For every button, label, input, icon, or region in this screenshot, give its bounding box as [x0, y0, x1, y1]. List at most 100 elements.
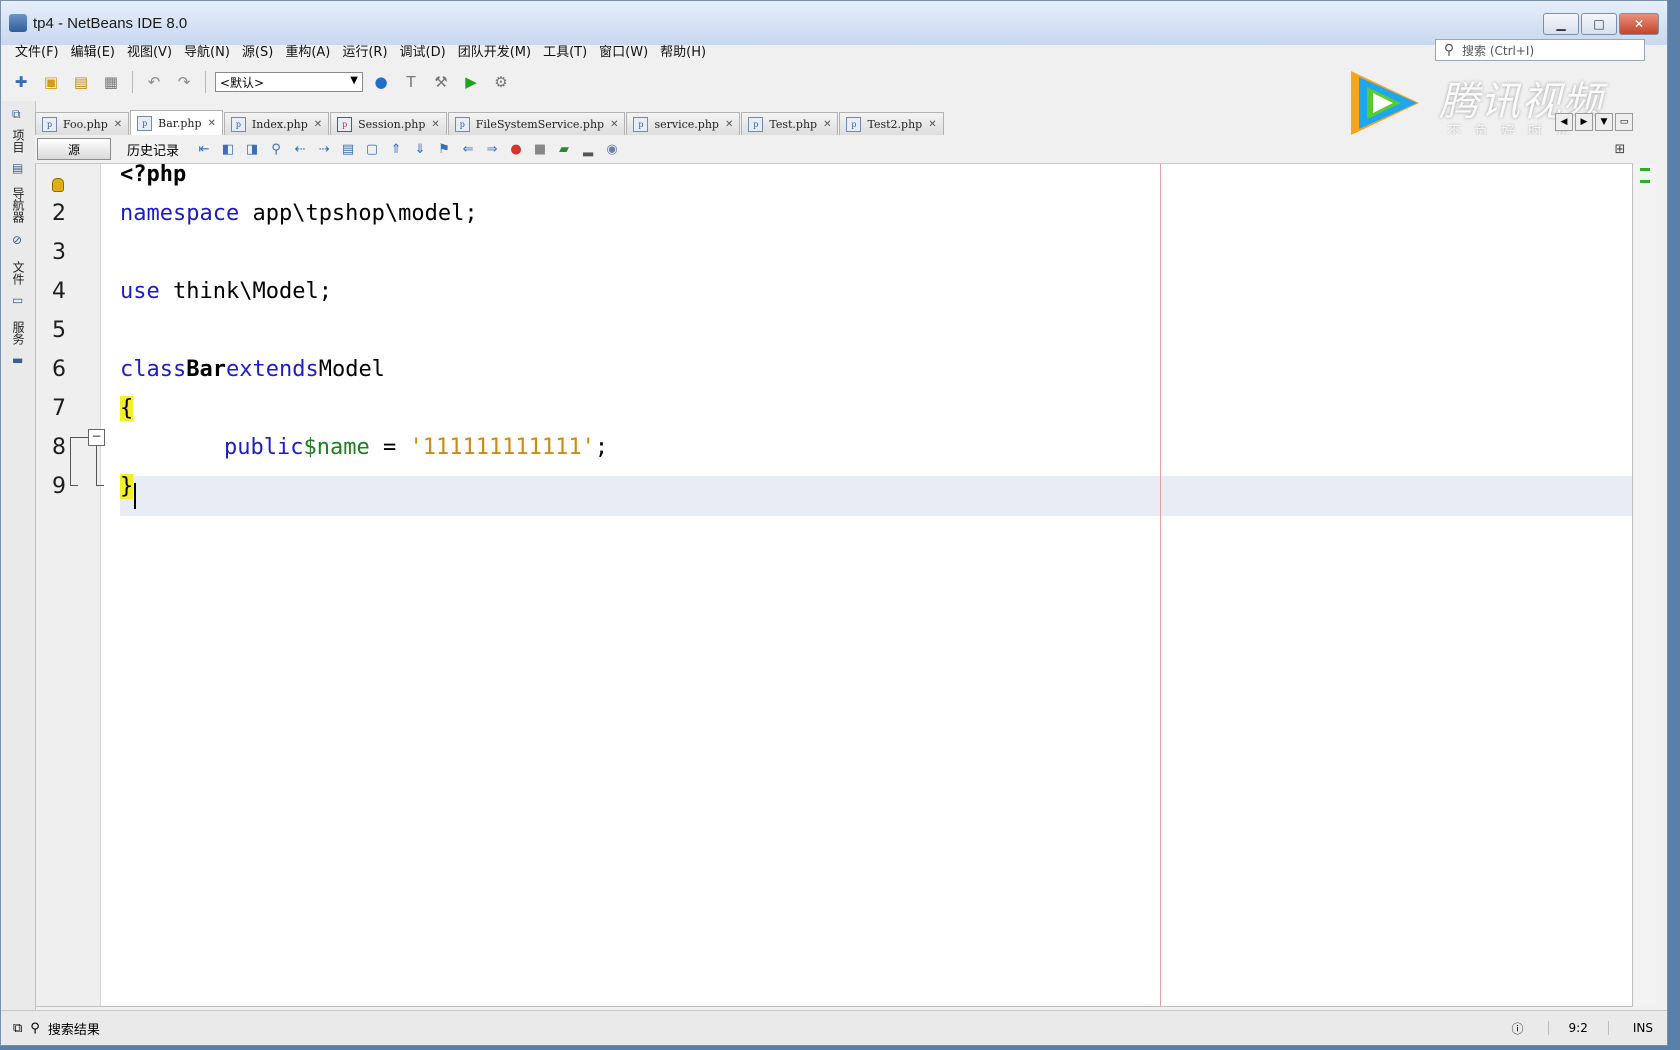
scroll-left-icon[interactable]: ◀ — [1555, 113, 1573, 131]
toolbar-divider — [132, 71, 133, 93]
fold-toggle-icon[interactable]: − — [88, 429, 105, 446]
code-editor[interactable]: 2 3 4 5 6 7 8 9 − <?php namespace app\tp… — [35, 162, 1656, 1007]
find-previous-icon[interactable]: ⇠ — [291, 140, 309, 158]
keyword: namespace — [120, 200, 240, 226]
hint-bulb-icon[interactable] — [52, 178, 64, 192]
dock-files[interactable]: 文件 — [9, 261, 27, 285]
minimize-button[interactable]: ▁ — [1543, 13, 1579, 35]
php-file-icon: p — [137, 115, 153, 131]
tab-test[interactable]: p Test.php ✕ — [741, 112, 839, 135]
back-icon[interactable]: ◧ — [219, 140, 237, 158]
shift-left-icon[interactable]: ⇐ — [459, 140, 477, 158]
redo-icon[interactable]: ↷ — [172, 70, 196, 94]
tab-index[interactable]: p Index.php ✕ — [223, 112, 330, 135]
menu-bar: 文件(F) 编辑(E) 视图(V) 导航(N) 源(S) 重构(A) 运行(R)… — [1, 39, 1667, 61]
comment-icon[interactable]: ▰ — [555, 140, 573, 158]
tab-filesystemservice[interactable]: p FileSystemService.php ✕ — [447, 112, 626, 135]
source-view-button[interactable]: 源 — [37, 138, 111, 160]
menu-navigate[interactable]: 导航(N) — [178, 41, 236, 60]
menu-refactor[interactable]: 重构(A) — [279, 41, 336, 60]
fold-guide — [70, 437, 88, 438]
window-title: tp4 - NetBeans IDE 8.0 — [33, 14, 188, 32]
close-tab-icon[interactable]: ✕ — [314, 119, 322, 130]
close-tab-icon[interactable]: ✕ — [114, 119, 122, 130]
new-file-icon[interactable]: ✚ — [9, 70, 33, 94]
tab-list-icon[interactable]: ▼ — [1595, 113, 1613, 131]
close-tab-icon[interactable]: ✕ — [610, 119, 618, 130]
open-project-icon[interactable]: ▤ — [69, 70, 93, 94]
database-icon[interactable]: ◉ — [603, 140, 621, 158]
globe-icon[interactable]: ● — [369, 70, 393, 94]
new-project-icon[interactable]: ▣ — [39, 70, 63, 94]
close-tab-icon[interactable]: ✕ — [431, 119, 439, 130]
netbeans-icon — [9, 14, 27, 32]
undo-icon[interactable]: ↶ — [142, 70, 166, 94]
menu-tools[interactable]: 工具(T) — [537, 41, 593, 60]
toggle-highlight-icon[interactable]: ▤ — [339, 140, 357, 158]
uncomment-icon[interactable]: ▂ — [579, 140, 597, 158]
dock-projects[interactable]: 项目 — [9, 129, 27, 153]
menu-edit[interactable]: 编辑(E) — [65, 41, 121, 60]
split-editor-icon[interactable]: ⊞ — [1611, 140, 1629, 158]
find-icon[interactable]: ⚲ — [267, 140, 285, 158]
config-dropdown[interactable]: <默认> ▼ — [215, 72, 363, 92]
menu-run[interactable]: 运行(R) — [336, 41, 393, 60]
menu-team[interactable]: 团队开发(M) — [452, 41, 537, 60]
line-number: 3 — [52, 240, 66, 265]
scroll-right-icon[interactable]: ▶ — [1575, 113, 1593, 131]
semicolon: ; — [594, 434, 609, 460]
keyword: public — [224, 434, 304, 460]
next-bookmark-icon[interactable]: ⇓ — [411, 140, 429, 158]
search-results-tab[interactable]: 搜索结果 — [48, 1019, 100, 1038]
line-number: 2 — [52, 201, 66, 226]
shift-right-icon[interactable]: ⇒ — [483, 140, 501, 158]
debug-icon[interactable]: ⚙ — [489, 70, 513, 94]
previous-bookmark-icon[interactable]: ⇑ — [387, 140, 405, 158]
keyword: extends — [225, 356, 319, 382]
php-file-error-icon: p — [337, 116, 353, 132]
close-tab-icon[interactable]: ✕ — [928, 119, 936, 130]
dock-restore-icon[interactable]: ⧉ — [12, 107, 26, 121]
menu-view[interactable]: 视图(V) — [121, 41, 178, 60]
menu-source[interactable]: 源(S) — [236, 41, 279, 60]
tab-test2[interactable]: p Test2.php ✕ — [839, 112, 944, 135]
menu-file[interactable]: 文件(F) — [9, 41, 65, 60]
last-edit-icon[interactable]: ⇤ — [195, 140, 213, 158]
dock-navigator[interactable]: 导航器 — [9, 187, 27, 223]
record-macro-icon[interactable]: ● — [507, 140, 525, 158]
save-all-icon[interactable]: ▦ — [99, 70, 123, 94]
close-button[interactable]: ✕ — [1619, 13, 1659, 35]
search-icon[interactable]: ⚲ — [30, 1021, 40, 1036]
find-next-icon[interactable]: ⇢ — [315, 140, 333, 158]
toggle-selection-icon[interactable]: ▢ — [363, 140, 381, 158]
namespace-path: app\tpshop\model; — [239, 200, 478, 226]
menu-debug[interactable]: 调试(D) — [394, 41, 452, 60]
services-icon: ▬ — [12, 353, 24, 367]
build-icon[interactable]: T — [399, 70, 423, 94]
error-stripe[interactable] — [1634, 164, 1656, 1006]
clean-build-icon[interactable]: ⚒ — [429, 70, 453, 94]
tab-bar[interactable]: p Bar.php ✕ — [130, 110, 223, 135]
close-tab-icon[interactable]: ✕ — [823, 119, 831, 130]
tab-foo[interactable]: p Foo.php ✕ — [35, 112, 130, 135]
tab-label: FileSystemService.php — [475, 117, 605, 131]
restore-window-icon[interactable]: ⧉ — [13, 1021, 22, 1036]
menu-help[interactable]: 帮助(H) — [654, 41, 712, 60]
tab-service[interactable]: p service.php ✕ — [626, 112, 741, 135]
run-icon[interactable]: ▶ — [459, 70, 483, 94]
code-line-1: <?php — [120, 154, 186, 194]
maximize-editor-icon[interactable]: ▭ — [1615, 113, 1633, 131]
code-line-6: class Bar extends Model — [120, 349, 385, 389]
tab-label: service.php — [654, 117, 719, 131]
stop-macro-icon[interactable]: ■ — [531, 140, 549, 158]
notifications-icon[interactable]: ⓘ — [1512, 1020, 1524, 1037]
maximize-button[interactable]: □ — [1581, 13, 1617, 35]
menu-window[interactable]: 窗口(W) — [593, 41, 654, 60]
search-input[interactable]: ⚲ 搜索 (Ctrl+I) — [1435, 39, 1645, 61]
close-tab-icon[interactable]: ✕ — [208, 118, 216, 129]
dock-services[interactable]: 服务 — [9, 321, 27, 345]
forward-icon[interactable]: ◨ — [243, 140, 261, 158]
close-tab-icon[interactable]: ✕ — [725, 119, 733, 130]
tab-session[interactable]: p Session.php ✕ — [330, 112, 447, 135]
toggle-bookmark-icon[interactable]: ⚑ — [435, 140, 453, 158]
